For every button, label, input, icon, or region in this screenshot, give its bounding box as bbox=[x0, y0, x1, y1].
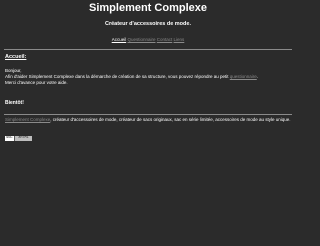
intro-text: Bonjour, Afin d'aider Simplement Complex… bbox=[5, 68, 291, 86]
nav-item-contact[interactable]: Contact bbox=[157, 37, 173, 42]
intro-text-part1: Afin d'aider Simplement Complexe dans la… bbox=[5, 74, 229, 79]
top-navigation: Accueil Questionnaire Contact Liens bbox=[0, 37, 296, 42]
w3c-xhtml-badge[interactable]: W3C XHTML bbox=[5, 136, 32, 141]
signoff-text: Bientôt! bbox=[5, 100, 24, 106]
intro-text-part2: . bbox=[256, 74, 259, 79]
badge-xhtml: XHTML bbox=[15, 136, 32, 141]
footer-description-text: , créateur d'accessoires de mode, créate… bbox=[50, 117, 291, 122]
questionnaire-link[interactable]: questionnaire bbox=[230, 74, 257, 79]
divider-bottom bbox=[4, 114, 292, 115]
page: Simplement Complexe Créateur d'accessoir… bbox=[0, 0, 296, 246]
site-tagline: Créateur d'accessoires de mode. bbox=[105, 21, 191, 27]
nav-item-liens[interactable]: Liens bbox=[174, 37, 185, 42]
nav-item-accueil[interactable]: Accueil bbox=[112, 37, 127, 42]
badge-w3c: W3C bbox=[5, 136, 15, 141]
footer-description: Simplement Complexe, créateur d'accessoi… bbox=[5, 117, 291, 123]
footer-brand-link[interactable]: Simplement Complexe bbox=[5, 117, 50, 122]
nav-item-questionnaire[interactable]: Questionnaire bbox=[127, 37, 155, 42]
site-title: Simplement Complexe bbox=[89, 2, 207, 14]
section-heading: Accueil: bbox=[5, 54, 27, 60]
thanks-text: Merci d'avance pour votre aide. bbox=[5, 80, 68, 85]
divider-top bbox=[4, 49, 292, 50]
